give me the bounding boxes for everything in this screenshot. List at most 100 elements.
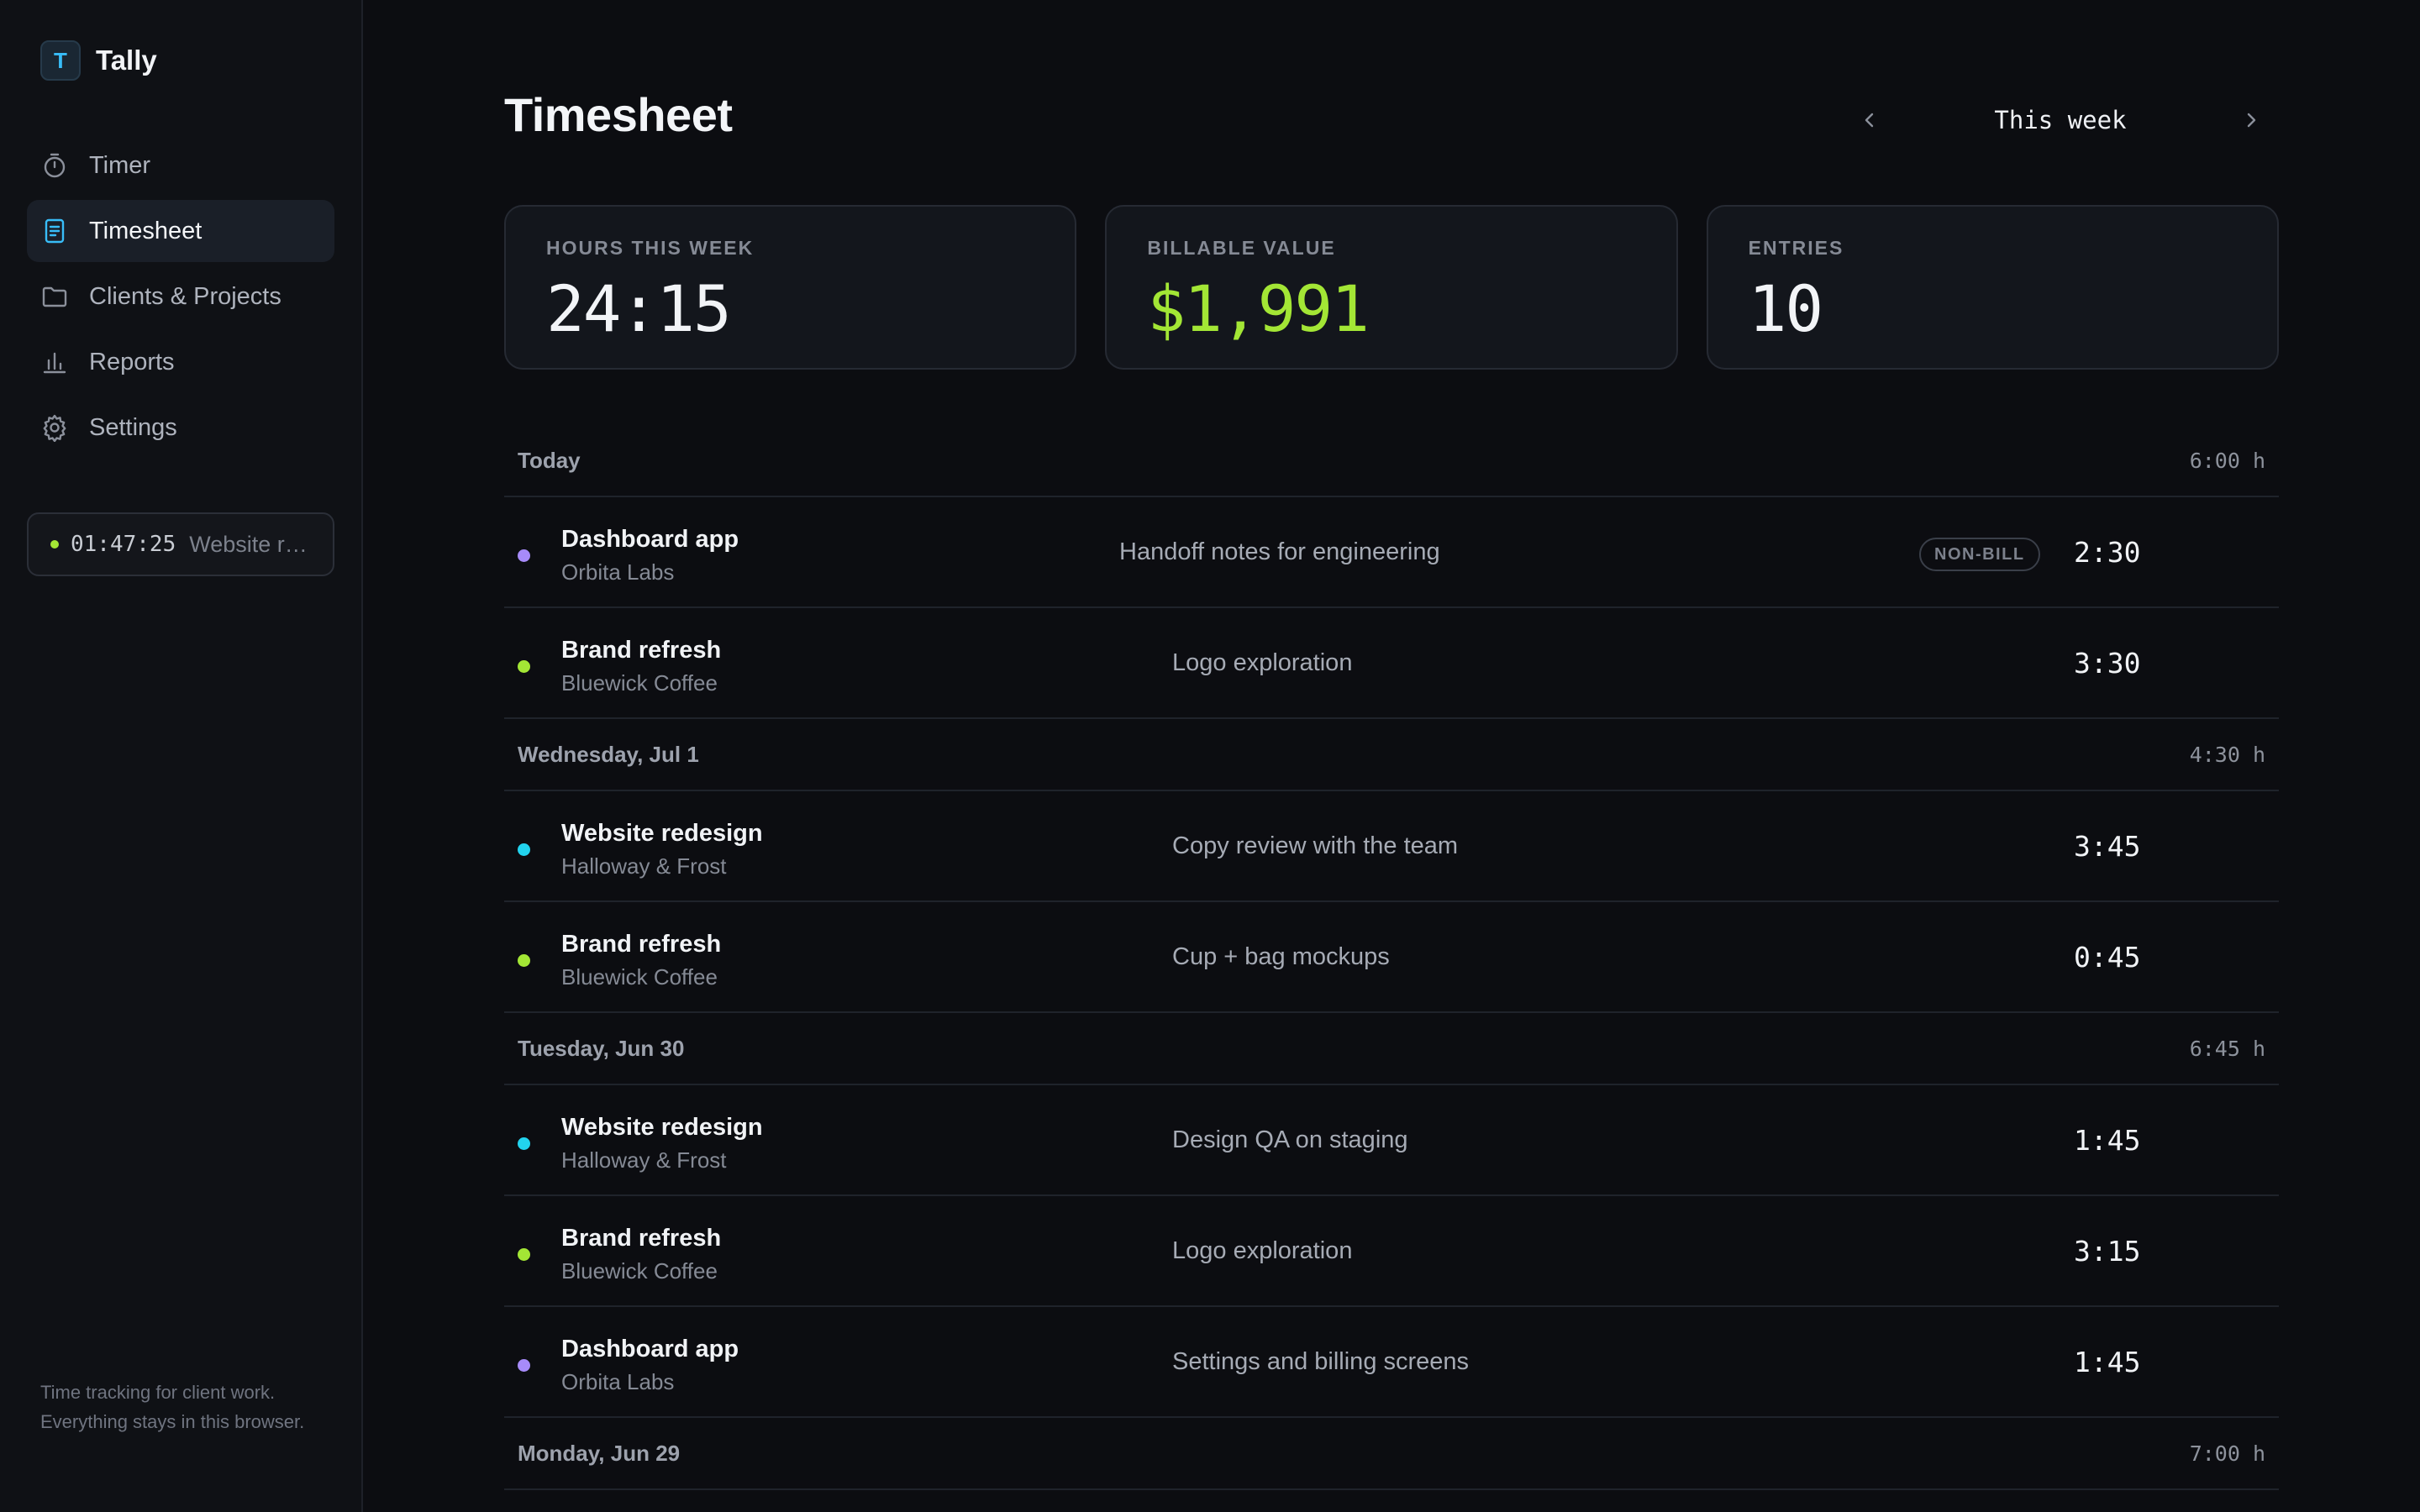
sidebar-item-reports[interactable]: Reports bbox=[27, 331, 334, 393]
sidebar-item-label: Reports bbox=[89, 348, 175, 375]
project-color-dot bbox=[518, 1359, 530, 1372]
folder-icon bbox=[40, 282, 69, 311]
time-entry-row[interactable]: Brand refresh Bluewick Coffee Cup + bag … bbox=[504, 902, 2279, 1013]
sidebar-item-timesheet[interactable]: Timesheet bbox=[27, 200, 334, 262]
bar-chart-icon bbox=[40, 348, 69, 376]
entry-description: Handoff notes for engineering bbox=[1119, 538, 1440, 565]
entry-project: Website redesign bbox=[561, 1114, 763, 1141]
stat-label: ENTRIES bbox=[1748, 237, 1844, 259]
day-header: Today 6:00 h bbox=[504, 425, 2279, 497]
time-entry-row[interactable]: Dashboard app Orbita Labs Settings and b… bbox=[504, 1307, 2279, 1418]
entry-duration: 2:30 bbox=[2074, 535, 2141, 569]
entry-description: Cup + bag mockups bbox=[1172, 942, 1390, 970]
project-color-dot bbox=[518, 843, 530, 856]
entry-description: Settings and billing screens bbox=[1172, 1347, 1470, 1375]
sidebar-item-label: Timer bbox=[89, 151, 151, 179]
project-color-dot bbox=[518, 954, 530, 967]
stopwatch-icon bbox=[40, 151, 69, 180]
stat-label: BILLABLE VALUE bbox=[1147, 237, 1336, 259]
day-total: 6:00 h bbox=[2189, 448, 2265, 473]
time-entry-row[interactable]: Brand refresh Bluewick Coffee Logo explo… bbox=[504, 1196, 2279, 1307]
stat-value: 10 bbox=[1748, 271, 1824, 346]
entry-project: Dashboard app bbox=[561, 526, 739, 553]
stat-value: $1,991 bbox=[1147, 271, 1370, 346]
sidebar-item-timer[interactable]: Timer bbox=[27, 134, 334, 197]
page-title: Timesheet bbox=[504, 88, 733, 141]
non-billable-badge: NON-BILL bbox=[1919, 538, 2040, 571]
chevron-left-icon bbox=[1865, 113, 1874, 128]
stat-value: 24:15 bbox=[546, 271, 732, 346]
entry-description: Logo exploration bbox=[1172, 648, 1353, 676]
svg-text:T: T bbox=[54, 48, 67, 73]
stat-card-hours: HOURS THIS WEEK 24:15 bbox=[504, 205, 1077, 370]
brand-name: Tally bbox=[96, 45, 157, 76]
day-total: 4:30 h bbox=[2189, 742, 2265, 767]
entry-project: Brand refresh bbox=[561, 637, 722, 664]
previous-week-button[interactable] bbox=[1842, 92, 1897, 148]
sidebar-footer-text: Time tracking for client work. Everythin… bbox=[40, 1382, 305, 1432]
logo-t-icon: T bbox=[54, 48, 67, 73]
sidebar: T Tally Timer Timesheet Clients & Projec… bbox=[0, 0, 363, 1512]
running-timer-time: 01:47:25 bbox=[71, 532, 176, 557]
running-timer-project: Website redesign bbox=[189, 531, 315, 557]
entry-project: Website redesign bbox=[561, 820, 763, 847]
project-color-dot bbox=[518, 549, 530, 562]
project-color-dot bbox=[518, 1137, 530, 1150]
gear-icon bbox=[40, 413, 69, 442]
entry-description: Logo exploration bbox=[1172, 1236, 1353, 1264]
running-timer-chip[interactable]: 01:47:25 Website redesign bbox=[27, 512, 334, 576]
entry-client: Bluewick Coffee bbox=[561, 964, 718, 990]
running-status-dot bbox=[50, 540, 59, 549]
stat-card-billable: BILLABLE VALUE $1,991 bbox=[1105, 205, 1678, 370]
day-total: 7:00 h bbox=[2189, 1441, 2265, 1466]
brand[interactable]: T Tally bbox=[40, 40, 157, 81]
week-range-label: This week bbox=[1994, 106, 2127, 134]
entry-description: Copy review with the team bbox=[1172, 832, 1459, 859]
day-label: Tuesday, Jun 30 bbox=[518, 1035, 685, 1061]
project-color-dot bbox=[518, 660, 530, 673]
entry-client: Bluewick Coffee bbox=[561, 670, 718, 696]
stat-label: HOURS THIS WEEK bbox=[546, 237, 755, 259]
entry-client: Orbita Labs bbox=[561, 1369, 675, 1394]
day-total: 6:45 h bbox=[2189, 1036, 2265, 1061]
sidebar-item-label: Settings bbox=[89, 413, 177, 441]
day-label: Today bbox=[518, 447, 581, 473]
time-entry-row[interactable]: Dashboard app Orbita Labs Handoff notes … bbox=[504, 497, 2279, 608]
day-label: Monday, Jun 29 bbox=[518, 1440, 681, 1466]
day-label: Wednesday, Jul 1 bbox=[518, 741, 699, 767]
time-entry-row[interactable]: Website redesign Halloway & Frost Copy r… bbox=[504, 791, 2279, 902]
entry-description: Design QA on staging bbox=[1172, 1126, 1408, 1153]
entry-duration: 3:15 bbox=[2074, 1234, 2141, 1268]
sidebar-nav: Timer Timesheet Clients & Projects Repor… bbox=[27, 134, 334, 462]
entry-duration: 1:45 bbox=[2074, 1123, 2141, 1157]
time-entry-row[interactable]: Website redesign Halloway & Frost Design… bbox=[504, 1085, 2279, 1196]
next-week-button[interactable] bbox=[2223, 92, 2279, 148]
entry-duration: 1:45 bbox=[2074, 1345, 2141, 1378]
document-icon bbox=[40, 217, 69, 245]
entry-client: Bluewick Coffee bbox=[561, 1258, 718, 1284]
week-navigator: This week bbox=[1842, 92, 2279, 148]
entries-list: Today 6:00 h Dashboard app Orbita Labs H… bbox=[504, 425, 2279, 1490]
entry-duration: 3:30 bbox=[2074, 646, 2141, 680]
sidebar-item-settings[interactable]: Settings bbox=[27, 396, 334, 459]
time-entry-row[interactable]: Brand refresh Bluewick Coffee Logo explo… bbox=[504, 608, 2279, 719]
entry-project: Brand refresh bbox=[561, 931, 722, 958]
entry-project: Brand refresh bbox=[561, 1225, 722, 1252]
sidebar-item-label: Timesheet bbox=[89, 217, 203, 244]
day-header: Wednesday, Jul 1 4:30 h bbox=[504, 719, 2279, 791]
brand-logo: T bbox=[40, 40, 81, 81]
chevron-right-icon bbox=[2247, 113, 2256, 128]
entry-client: Halloway & Frost bbox=[561, 853, 727, 879]
day-header: Tuesday, Jun 30 6:45 h bbox=[504, 1013, 2279, 1085]
entry-project: Dashboard app bbox=[561, 1336, 739, 1362]
stat-card-entries: ENTRIES 10 bbox=[1706, 205, 2279, 370]
stats-row: HOURS THIS WEEK 24:15 BILLABLE VALUE $1,… bbox=[504, 205, 2279, 370]
project-color-dot bbox=[518, 1248, 530, 1261]
day-header: Monday, Jun 29 7:00 h bbox=[504, 1418, 2279, 1490]
entry-client: Halloway & Frost bbox=[561, 1147, 727, 1173]
entry-duration: 0:45 bbox=[2074, 940, 2141, 974]
entry-client: Orbita Labs bbox=[561, 559, 675, 585]
sidebar-item-label: Clients & Projects bbox=[89, 282, 281, 310]
entry-duration: 3:45 bbox=[2074, 829, 2141, 863]
sidebar-item-clients-projects[interactable]: Clients & Projects bbox=[27, 265, 334, 328]
